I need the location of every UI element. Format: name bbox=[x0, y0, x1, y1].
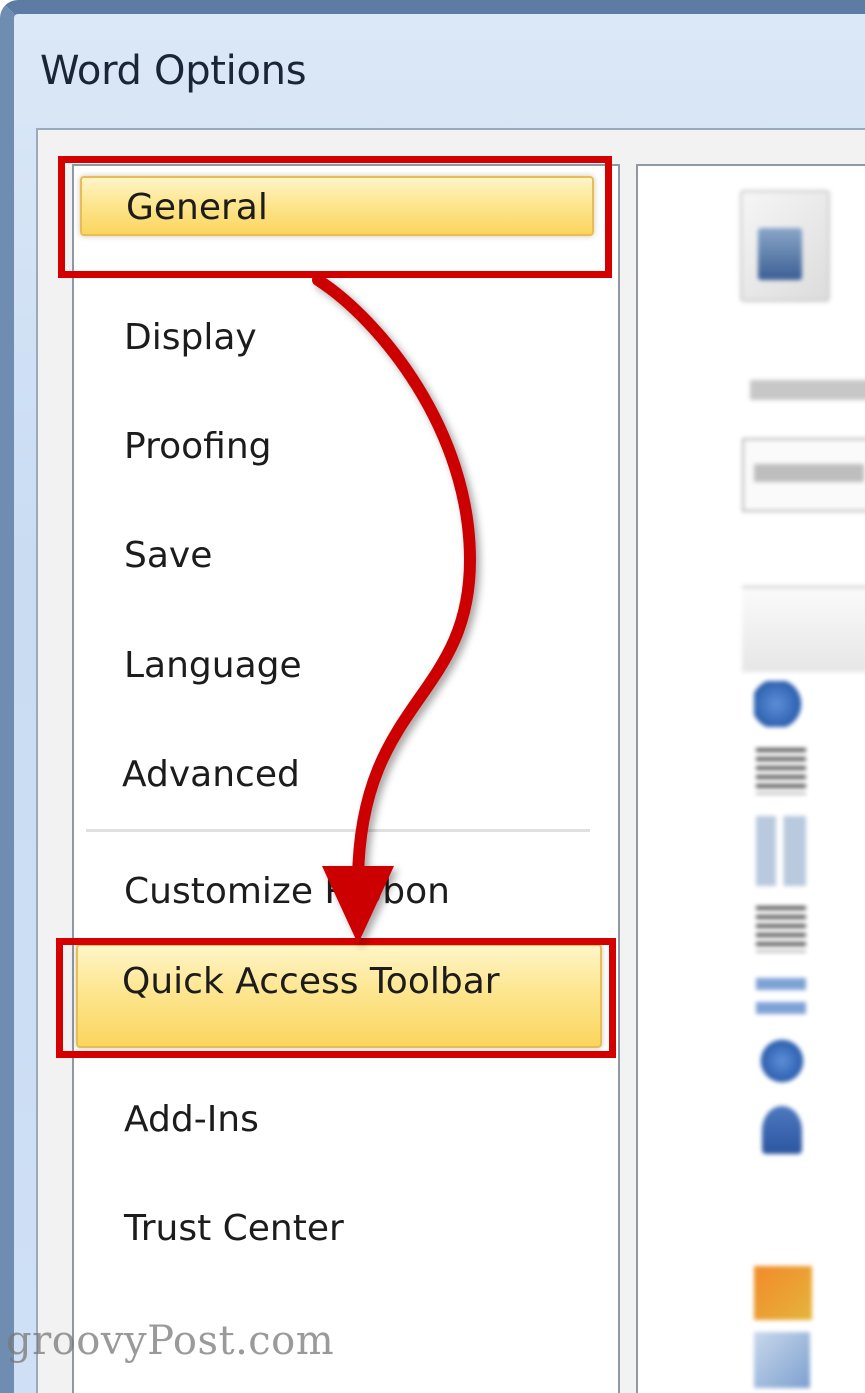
curved-arrow bbox=[312, 274, 477, 944]
watermark: groovyPost.com bbox=[6, 1318, 335, 1364]
arrow-head bbox=[322, 866, 394, 944]
arrow-shaft bbox=[312, 274, 477, 886]
